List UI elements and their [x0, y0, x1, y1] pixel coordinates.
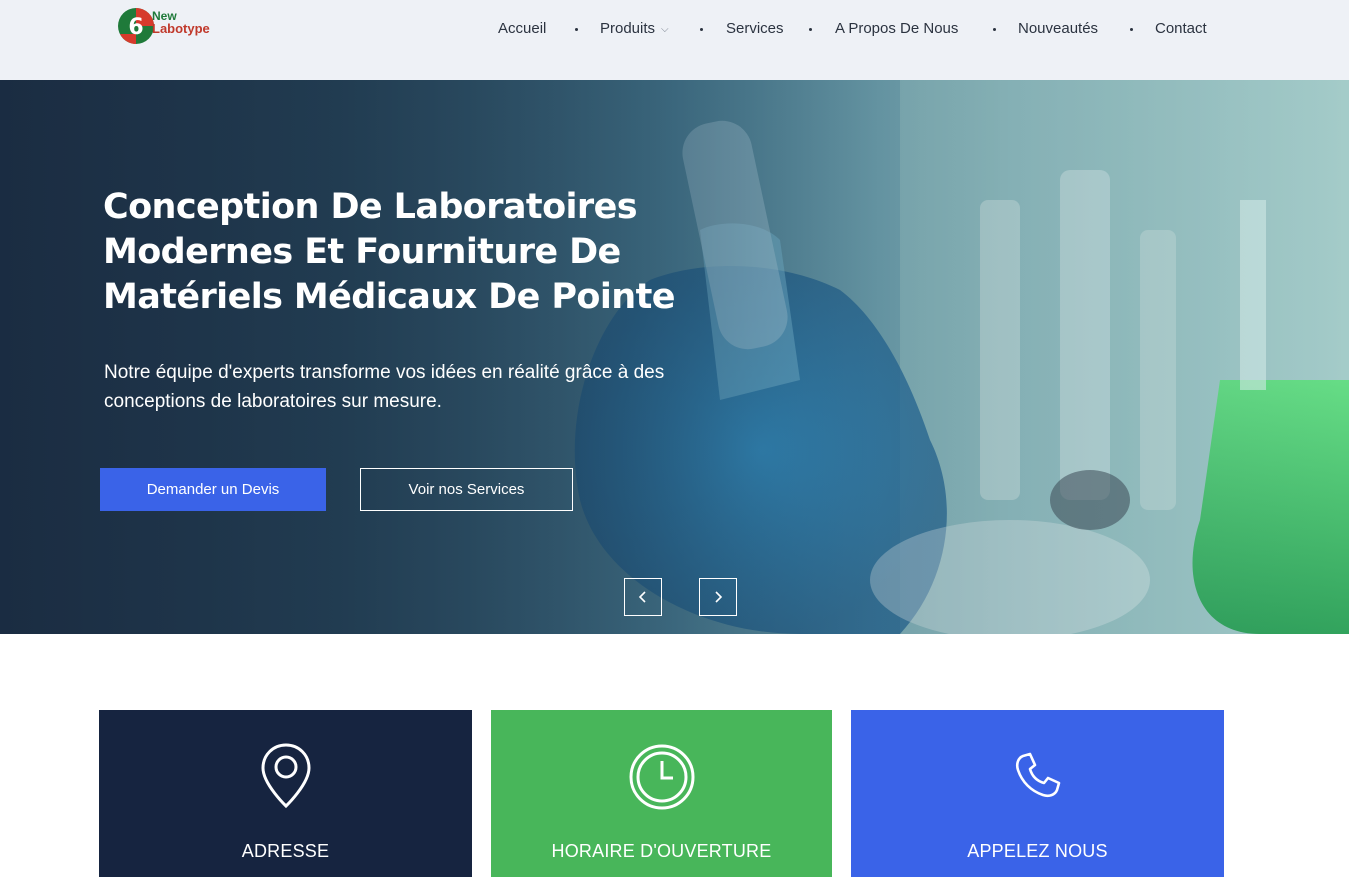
phone-icon	[1015, 752, 1060, 798]
nav-separator	[809, 28, 812, 31]
request-quote-button[interactable]: Demander un Devis	[100, 468, 326, 511]
nav-item-services[interactable]: Services	[726, 18, 784, 40]
address-card-title: ADRESSE	[241, 841, 330, 861]
call-us-card-title: APPELEZ NOUS	[967, 841, 1108, 861]
site-header: 6 New Labotype Accueil Produits ⌵ Service…	[0, 0, 1349, 80]
nav-item-nouveautes[interactable]: Nouveautés	[1018, 18, 1098, 40]
nav-item-accueil[interactable]: Accueil	[498, 18, 546, 40]
nav-separator	[700, 28, 703, 31]
hero-slider: Conception De Laboratoires Modernes Et F…	[0, 80, 1349, 634]
clock-icon	[629, 744, 694, 810]
nav-item-contact[interactable]: Contact	[1155, 18, 1207, 40]
hero-subtitle: Notre équipe d'experts transforme vos id…	[104, 362, 665, 412]
slider-next-button[interactable]	[699, 578, 737, 616]
address-card: ADRESSE	[99, 710, 472, 877]
call-us-card: APPELEZ NOUS	[851, 710, 1224, 877]
nav-item-produits-label: Produits	[600, 20, 656, 37]
nav-item-a-propos[interactable]: A Propos De Nous	[835, 18, 958, 40]
opening-hours-card: HORAIRE D'OUVERTURE	[491, 710, 832, 877]
nav-separator	[1130, 28, 1133, 31]
hero-overlay	[0, 80, 1349, 634]
nav-separator	[993, 28, 996, 31]
map-pin-icon	[260, 743, 311, 809]
view-services-button[interactable]: Voir nos Services	[360, 468, 573, 511]
nav-item-produits[interactable]: Produits ⌵	[600, 18, 669, 42]
hero-title: Conception De Laboratoires Modernes Et F…	[103, 187, 675, 317]
main-nav: Accueil Produits ⌵ Services A Propos De N…	[0, 18, 1349, 40]
nav-separator	[575, 28, 578, 31]
chevron-right-icon	[715, 591, 723, 603]
chevron-left-icon	[638, 591, 646, 603]
chevron-down-icon: ⌵	[661, 24, 669, 35]
slider-prev-button[interactable]	[624, 578, 662, 616]
opening-hours-card-title: HORAIRE D'OUVERTURE	[551, 841, 772, 861]
